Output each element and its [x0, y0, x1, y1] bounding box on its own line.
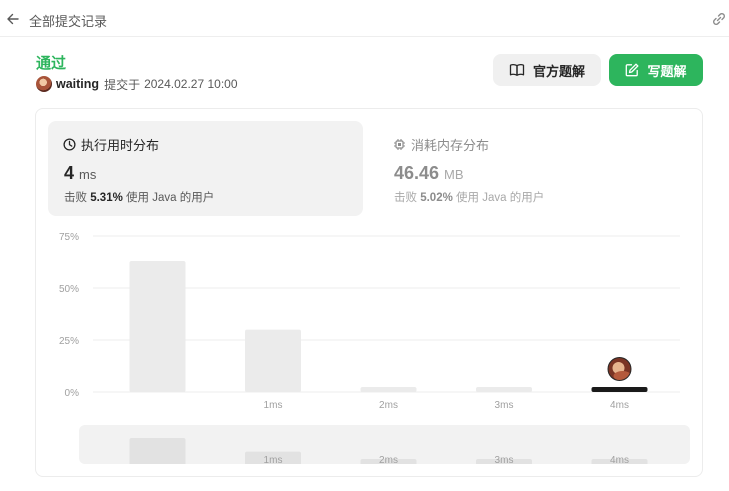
- runtime-value: 4 ms: [64, 163, 96, 184]
- chip-icon: [394, 139, 405, 150]
- runtime-card-header: 执行用时分布: [63, 135, 159, 154]
- runtime-number: 4: [64, 163, 75, 183]
- copy-link-button[interactable]: [710, 10, 728, 28]
- memory-number: 46.46: [394, 163, 440, 183]
- all-submissions-link[interactable]: 全部提交记录: [29, 11, 107, 30]
- book-icon: [509, 64, 525, 76]
- memory-beat-percent: 5.02%: [420, 192, 453, 204]
- avatar[interactable]: [36, 76, 52, 92]
- memory-beat-suffix: 使用 Java 的用户: [456, 192, 545, 204]
- edit-icon: [626, 63, 639, 77]
- official-solution-label: 官方题解: [532, 63, 585, 79]
- memory-title: 消耗内存分布: [411, 138, 490, 153]
- memory-value: 46.46 MB: [394, 163, 464, 184]
- write-solution-label: 写题解: [647, 63, 687, 79]
- memory-beat-text: 击败 5.02% 使用 Java 的用户: [394, 189, 544, 205]
- arrow-left-icon: [7, 13, 19, 25]
- submission-time: 2024.02.27 10:00: [144, 77, 238, 91]
- runtime-beat-suffix: 使用 Java 的用户: [126, 192, 215, 204]
- runtime-title: 执行用时分布: [81, 138, 160, 153]
- memory-card[interactable]: 消耗内存分布 46.46 MB 击败 5.02% 使用 Java 的用户: [378, 121, 693, 216]
- official-solution-button[interactable]: 官方题解: [493, 54, 601, 86]
- runtime-card[interactable]: 执行用时分布 4 ms 击败 5.31% 使用 Java 的用户: [48, 121, 363, 216]
- write-solution-button[interactable]: 写题解: [609, 54, 703, 86]
- runtime-beat-prefix: 击败: [64, 192, 87, 204]
- top-bar: 全部提交记录: [0, 0, 729, 37]
- memory-beat-prefix: 击败: [394, 192, 417, 204]
- memory-card-header: 消耗内存分布: [393, 135, 489, 154]
- runtime-beat-percent: 5.31%: [90, 192, 123, 204]
- submission-status: 通过: [36, 55, 67, 72]
- runtime-unit: ms: [79, 167, 97, 182]
- runtime-beat-text: 击败 5.31% 使用 Java 的用户: [64, 189, 214, 205]
- memory-unit: MB: [444, 167, 464, 182]
- clock-icon: [63, 138, 76, 151]
- link-icon: [713, 13, 725, 25]
- submission-meta: waiting 提交于 2024.02.27 10:00: [36, 75, 238, 93]
- back-button[interactable]: [4, 10, 22, 28]
- submitted-label: 提交于: [104, 77, 141, 92]
- username[interactable]: waiting: [56, 77, 99, 91]
